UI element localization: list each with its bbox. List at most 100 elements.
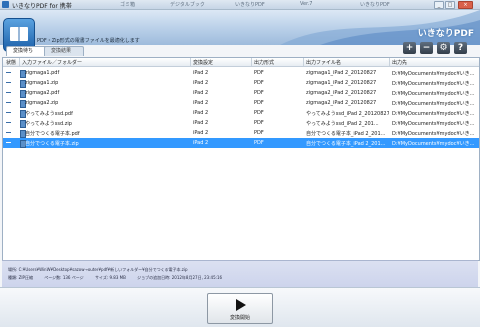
- output-destination: D:¥MyDocuments¥mydoc¥いき...: [392, 111, 475, 117]
- background-tab[interactable]: ゴミ箱: [120, 1, 135, 8]
- location-label: 場所:: [8, 267, 18, 272]
- output-destination: D:¥MyDocuments¥mydoc¥いき...: [392, 131, 475, 137]
- plus-icon: +: [405, 43, 414, 53]
- title-bar: いきなりPDF for 携帯 ゴミ箱 デジタルブック いきなりPDF Ver.7…: [0, 0, 480, 10]
- dash-icon: [6, 102, 11, 103]
- output-destination: D:¥MyDocuments¥mydoc¥いき...: [392, 81, 475, 87]
- input-file: 自分でつくる電子本.zip: [25, 141, 79, 147]
- dash-icon: [6, 82, 11, 83]
- bottom-bar: 変換開始: [0, 287, 480, 327]
- table-row[interactable]: やってみようssd.pdf iPad 2 PDF やってみようssd_iPad …: [3, 108, 479, 118]
- background-tab[interactable]: デジタルブック: [170, 1, 205, 8]
- status-indicator: [6, 90, 16, 96]
- table-row[interactable]: やってみようssd.zip iPad 2 PDF やってみようssd_iPad …: [3, 118, 479, 128]
- brand-title: いきなりPDF: [417, 29, 474, 39]
- output-format: PDF: [254, 70, 264, 76]
- output-format: PDF: [254, 120, 264, 126]
- column-divider[interactable]: [19, 58, 20, 66]
- date-info: ジョブの追加日時: 2012年8月27日, 23:45:16: [137, 275, 222, 281]
- output-name: zigmaga1_iPad 2_20120827: [306, 80, 377, 86]
- table-row[interactable]: zigmaga2.zip iPad 2 PDF zigmaga2_iPad 2_…: [3, 98, 479, 108]
- dash-icon: [6, 112, 11, 113]
- column-setting[interactable]: 変換設定: [193, 59, 213, 66]
- close-button[interactable]: ×: [458, 1, 473, 9]
- input-file: zigmaga2.pdf: [25, 90, 60, 96]
- size-info: サイズ: 9.83 MB: [95, 275, 126, 281]
- dash-icon: [6, 142, 11, 143]
- table-row[interactable]: zigmaga2.pdf iPad 2 PDF zigmaga2_iPad 2_…: [3, 88, 479, 98]
- window-title: いきなりPDF for 携帯: [12, 3, 72, 10]
- column-divider[interactable]: [303, 58, 304, 66]
- output-name: やってみようssd_iPad 2_201...: [306, 121, 379, 127]
- input-file: 自分でつくる電子本.pdf: [25, 131, 80, 137]
- location-value: C:¥Users¥WinW¥Desktop¥sazow→outer¥pdf¥新し…: [18, 267, 188, 272]
- add-button[interactable]: +: [403, 42, 416, 54]
- output-format: PDF: [254, 140, 264, 146]
- column-status[interactable]: 状態: [6, 59, 16, 66]
- column-outname[interactable]: 出力ファイル名: [306, 59, 341, 66]
- column-divider[interactable]: [251, 58, 252, 66]
- date-value: 2012年8月27日, 23:45:16: [171, 275, 223, 280]
- output-format: PDF: [254, 100, 264, 106]
- app-window: いきなりPDF for 携帯 ゴミ箱 デジタルブック いきなりPDF Ver.7…: [0, 0, 480, 327]
- status-indicator: [6, 100, 16, 106]
- table-row[interactable]: zigmaga1.zip iPad 2 PDF zigmaga1_iPad 2_…: [3, 78, 479, 88]
- help-button[interactable]: ?: [454, 42, 467, 54]
- minimize-button[interactable]: _: [434, 1, 444, 9]
- output-destination: D:¥MyDocuments¥mydoc¥いき...: [392, 141, 475, 147]
- start-conversion-button[interactable]: 変換開始: [207, 293, 273, 324]
- start-conversion-label: 変換開始: [229, 315, 250, 321]
- question-icon: ?: [457, 43, 464, 53]
- output-name: 自分でつくる電子本_iPad 2_201...: [306, 141, 386, 147]
- status-indicator: [6, 130, 16, 136]
- minus-icon: −: [422, 43, 431, 53]
- output-format: PDF: [254, 90, 264, 96]
- column-dest[interactable]: 出力先: [392, 59, 407, 66]
- input-file: zigmaga1.zip: [25, 80, 59, 86]
- background-tab[interactable]: Ver.7: [300, 1, 312, 7]
- info-location-line: 場所: C:¥Users¥WinW¥Desktop¥sazow→outer¥pd…: [8, 267, 188, 273]
- input-file: zigmaga2.zip: [25, 100, 59, 106]
- output-format: PDF: [254, 80, 264, 86]
- gear-icon: ⚙: [439, 43, 448, 53]
- conversion-setting: iPad 2: [193, 90, 209, 96]
- column-input[interactable]: 入力ファイル／フォルダー: [22, 59, 82, 66]
- type-label: 種類:: [8, 275, 18, 280]
- play-icon: [236, 299, 246, 311]
- column-format[interactable]: 出力形式: [254, 59, 274, 66]
- input-file: zigmaga1.pdf: [25, 70, 60, 76]
- remove-button[interactable]: −: [420, 42, 433, 54]
- table-row[interactable]: zigmaga1.pdf iPad 2 PDF zigmaga1_iPad 2_…: [3, 68, 479, 78]
- tab-results[interactable]: 変換結果: [44, 46, 84, 56]
- background-tab[interactable]: いきなりPDF: [235, 1, 265, 8]
- column-divider[interactable]: [389, 58, 390, 66]
- type-info: 種類: ZIP圧縮: [8, 275, 33, 281]
- background-tab[interactable]: いきなりPDF: [360, 1, 390, 8]
- conversion-setting: iPad 2: [193, 130, 209, 136]
- book-icon: [10, 27, 28, 41]
- column-divider[interactable]: [190, 58, 191, 66]
- output-destination: D:¥MyDocuments¥mydoc¥いき...: [392, 91, 475, 97]
- app-icon: [2, 1, 9, 8]
- conversion-setting: iPad 2: [193, 70, 209, 76]
- dash-icon: [6, 122, 11, 123]
- tab-pending[interactable]: 変換待ち: [6, 46, 48, 56]
- input-file: やってみようssd.pdf: [25, 111, 73, 117]
- table-row[interactable]: 自分でつくる電子本.pdf iPad 2 PDF 自分でつくる電子本_iPad …: [3, 128, 479, 138]
- output-format: PDF: [254, 130, 264, 136]
- app-header: いきなりPDF PDF・Zip形式の電書ファイルを最適化します: [0, 10, 480, 52]
- dash-icon: [6, 92, 11, 93]
- status-indicator: [6, 140, 16, 146]
- settings-button[interactable]: ⚙: [437, 42, 450, 54]
- table-header: 状態 入力ファイル／フォルダー 変換設定 出力形式 出力ファイル名 出力先: [3, 58, 479, 67]
- conversion-setting: iPad 2: [193, 140, 209, 146]
- conversion-setting: iPad 2: [193, 100, 209, 106]
- maximize-button[interactable]: □: [445, 1, 455, 9]
- size-value: 9.83 MB: [109, 275, 126, 280]
- pages-value: 136 ページ: [62, 275, 84, 280]
- job-table: 状態 入力ファイル／フォルダー 変換設定 出力形式 出力ファイル名 出力先 zi…: [2, 57, 480, 261]
- table-row-selected[interactable]: 自分でつくる電子本.zip iPad 2 PDF 自分でつくる電子本_iPad …: [3, 138, 479, 148]
- status-indicator: [6, 120, 16, 126]
- app-subtitle: PDF・Zip形式の電書ファイルを最適化します: [37, 38, 140, 44]
- output-name: zigmaga2_iPad 2_20120827: [306, 100, 377, 106]
